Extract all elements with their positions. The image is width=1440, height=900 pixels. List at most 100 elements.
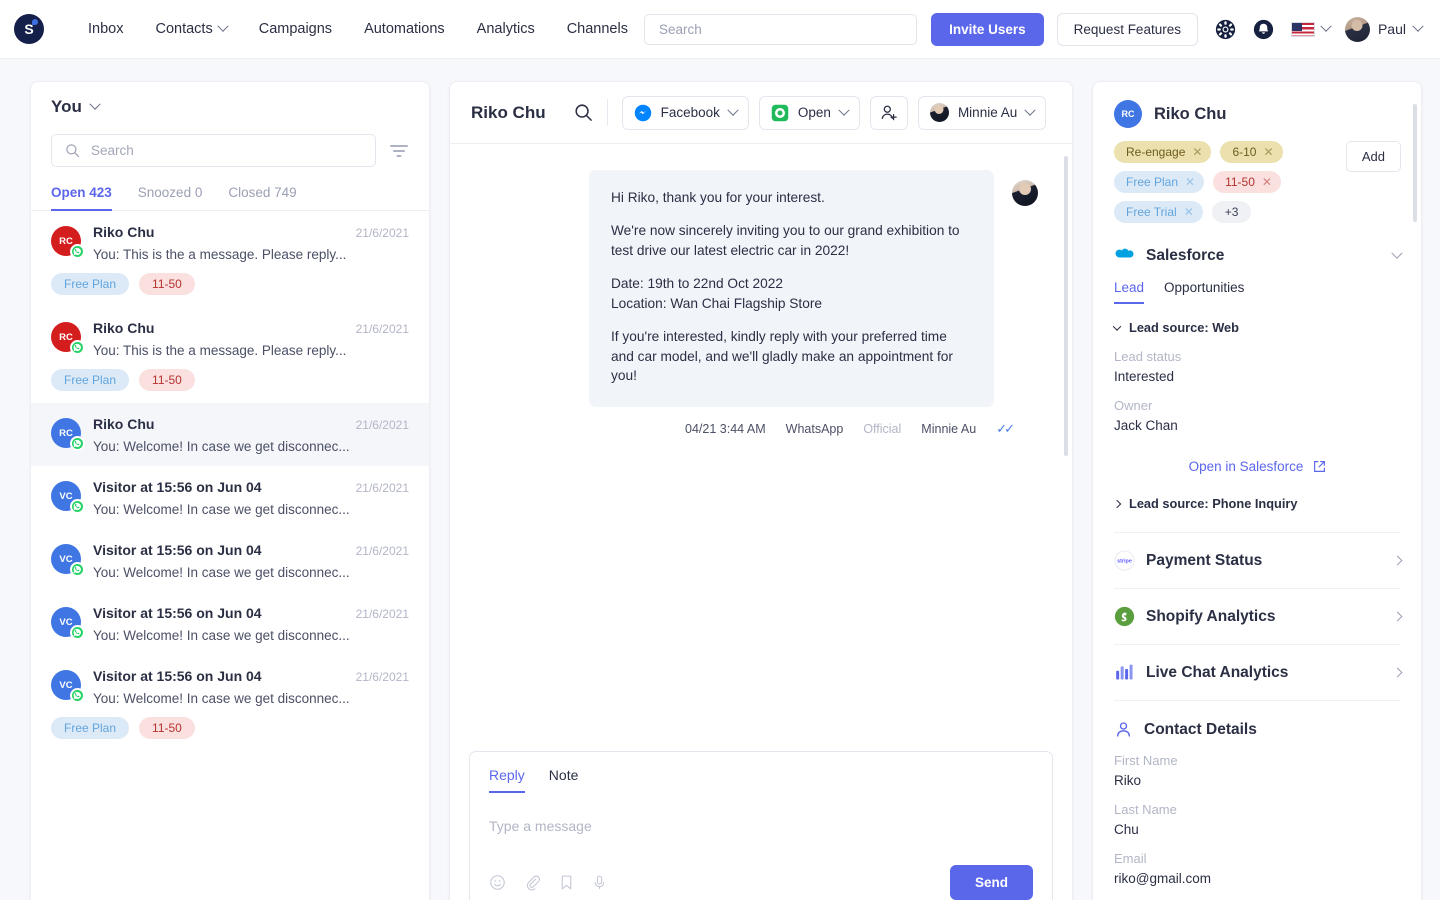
conversation-name: Visitor at 15:56 on Jun 04 [93, 479, 262, 495]
contact-tag-label: Free Plan [1126, 175, 1178, 189]
remove-tag-icon[interactable]: ✕ [1263, 145, 1273, 159]
conversation-date: 21/6/2021 [356, 226, 409, 240]
message-row: Hi Riko, thank you for your interest. We… [450, 170, 1072, 407]
inbox-owner-dropdown[interactable]: You [51, 97, 409, 117]
assignee-selector[interactable]: Minnie Au [918, 96, 1046, 130]
salesforce-field-label: Owner [1114, 398, 1401, 413]
contact-tag[interactable]: Re-engage ✕ [1114, 141, 1211, 163]
search-icon [65, 143, 80, 158]
bell-icon[interactable] [1253, 19, 1274, 40]
conversation-list-item[interactable]: VC Visitor at 15:56 on Jun 04 21/6/2021 … [31, 529, 429, 592]
search-icon[interactable] [574, 103, 593, 122]
conversation-list-item[interactable]: VC Visitor at 15:56 on Jun 04 21/6/2021 … [31, 592, 429, 655]
remove-tag-icon[interactable]: ✕ [1192, 145, 1202, 159]
conversation-list-item[interactable]: RC Riko Chu 21/6/2021 You: This is the a… [31, 307, 429, 403]
request-features-button[interactable]: Request Features [1057, 13, 1198, 46]
channel-label: Facebook [661, 105, 720, 120]
salesforce-tab-lead[interactable]: Lead [1114, 280, 1144, 304]
remove-tag-icon[interactable]: ✕ [1262, 175, 1272, 189]
bookmark-icon[interactable] [559, 874, 574, 891]
contact-tag[interactable]: 6-10 ✕ [1220, 141, 1282, 163]
payment-status-row[interactable]: stripe Payment Status [1114, 533, 1401, 571]
message-location-line: Location: Wan Chai Flagship Store [611, 294, 972, 313]
contact-tag[interactable]: +3 [1212, 201, 1252, 223]
whatsapp-icon [70, 244, 85, 259]
contact-tag[interactable]: Free Plan ✕ [1114, 171, 1204, 193]
nav-link-contacts[interactable]: Contacts [139, 15, 242, 43]
conversation-header: Riko Chu Facebook Open [450, 82, 1072, 144]
nav-link-inbox[interactable]: Inbox [72, 15, 139, 43]
conversation-list-item[interactable]: VC Visitor at 15:56 on Jun 04 21/6/2021 … [31, 655, 429, 751]
remove-tag-icon[interactable]: ✕ [1185, 175, 1195, 189]
salesforce-tab-opportunities[interactable]: Opportunities [1164, 280, 1244, 304]
message-scrollbar[interactable] [1064, 156, 1068, 456]
conversation-preview: You: Welcome! In case we get disconnec..… [93, 502, 409, 517]
inbox-search-row: Search [51, 134, 409, 167]
assign-user-button[interactable] [870, 96, 908, 130]
composer-tab-note[interactable]: Note [549, 767, 579, 793]
contact-tag-label: +3 [1225, 205, 1239, 219]
inbox-tab-2[interactable]: Closed 749 [228, 185, 296, 211]
conversation-name: Visitor at 15:56 on Jun 04 [93, 542, 262, 558]
contact-field-value: Riko [1114, 773, 1401, 788]
conversation-list-item[interactable]: RC Riko Chu 21/6/2021 You: This is the a… [31, 211, 429, 307]
nav-link-channels[interactable]: Channels [551, 15, 644, 43]
inbox-tab-1[interactable]: Snoozed 0 [138, 185, 203, 211]
inbox-header: You Search [31, 82, 429, 167]
avatar-initials: RC [59, 332, 73, 343]
assignee-label: Minnie Au [958, 105, 1017, 120]
gear-icon[interactable] [1215, 19, 1236, 40]
invite-users-button[interactable]: Invite Users [931, 13, 1044, 46]
conversation-avatar: RC [51, 322, 81, 352]
channel-selector[interactable]: Facebook [622, 96, 749, 130]
nav-link-campaigns[interactable]: Campaigns [243, 15, 348, 43]
conversation-avatar: VC [51, 607, 81, 637]
inbox-tab-0[interactable]: Open 423 [51, 185, 112, 211]
user-name-label: Paul [1378, 21, 1406, 37]
message-meta: 04/21 3:44 AM WhatsApp Official Minnie A… [450, 421, 1072, 437]
language-selector[interactable] [1291, 22, 1330, 37]
shopify-analytics-row[interactable]: Shopify Analytics [1114, 589, 1401, 627]
nav-link-automations[interactable]: Automations [348, 15, 461, 43]
nav-link-label: Analytics [477, 21, 535, 37]
nav-link-analytics[interactable]: Analytics [461, 15, 551, 43]
salesforce-section-header[interactable]: Salesforce [1114, 245, 1401, 266]
message-input[interactable]: Type a message [489, 818, 1033, 834]
inbox-search-input[interactable]: Search [51, 134, 376, 167]
conversation-title: Riko Chu [471, 103, 546, 123]
app-logo[interactable]: S [14, 14, 44, 44]
composer-tab-reply[interactable]: Reply [489, 767, 525, 793]
status-selector[interactable]: Open [759, 96, 860, 130]
contact-details-header[interactable]: Contact Details [1114, 701, 1401, 739]
send-button[interactable]: Send [950, 865, 1033, 900]
conversation-list-item[interactable]: RC Riko Chu 21/6/2021 You: Welcome! In c… [31, 403, 429, 466]
contact-avatar-initials: RC [1122, 109, 1135, 119]
lead-source-web-group[interactable]: Lead source: Web [1114, 320, 1401, 335]
contact-tag[interactable]: 11-50 ✕ [1213, 171, 1281, 193]
attachment-icon[interactable] [524, 874, 541, 891]
main-nav-links: Inbox Contacts Campaigns Automations Ana… [72, 15, 644, 43]
contact-tag[interactable]: Free Trial ✕ [1114, 201, 1203, 223]
open-in-salesforce-link[interactable]: Open in Salesforce [1114, 459, 1401, 474]
svg-text:stripe: stripe [1117, 558, 1132, 564]
contact-panel-scrollbar[interactable] [1413, 104, 1417, 222]
avatar [1345, 17, 1370, 42]
contact-field-label: Last Name [1114, 802, 1401, 817]
emoji-icon[interactable] [489, 874, 506, 891]
conversation-list-item[interactable]: VC Visitor at 15:56 on Jun 04 21/6/2021 … [31, 466, 429, 529]
remove-tag-icon[interactable]: ✕ [1184, 205, 1194, 219]
message-channel: WhatsApp [786, 422, 844, 436]
composer-tabs: Reply Note [489, 767, 1033, 793]
microphone-icon[interactable] [592, 874, 607, 891]
live-chat-analytics-row[interactable]: Live Chat Analytics [1114, 645, 1401, 683]
lead-source-phone-group[interactable]: Lead source: Phone Inquiry [1114, 496, 1401, 511]
avatar-initials: VC [59, 491, 72, 502]
message-paragraph-1: Hi Riko, thank you for your interest. [611, 188, 972, 207]
global-search-input[interactable]: Search [644, 14, 917, 45]
filter-icon[interactable] [389, 143, 409, 159]
conversation-list[interactable]: RC Riko Chu 21/6/2021 You: This is the a… [31, 211, 429, 900]
user-menu[interactable]: Paul [1345, 17, 1422, 42]
avatar-initials: RC [59, 236, 73, 247]
message-paragraph-4: If you're interested, kindly reply with … [611, 327, 972, 385]
add-tag-button[interactable]: Add [1346, 141, 1401, 172]
